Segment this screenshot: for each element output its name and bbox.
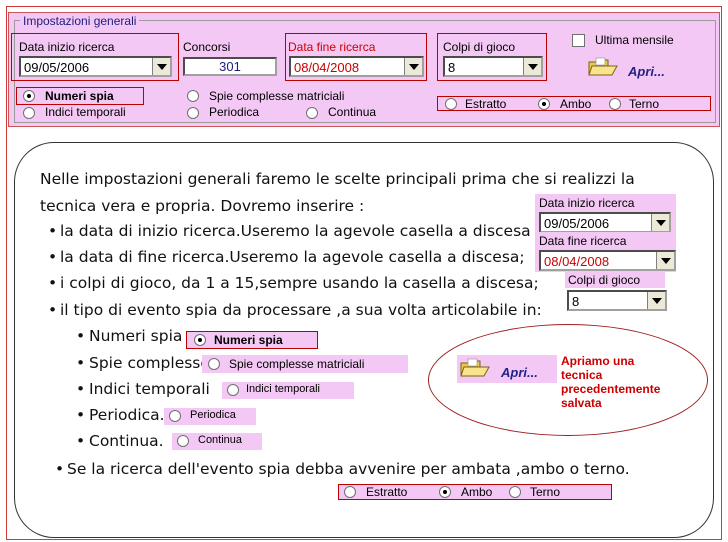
open-button[interactable] [588, 57, 618, 82]
indici-temporali-label: Indici temporali [45, 105, 126, 119]
guide-sub-numeri-spia: Numeri spia [89, 327, 183, 345]
chevron-down-icon[interactable] [523, 58, 541, 75]
end-date-value: 08/04/2008 [294, 60, 360, 75]
bullet-icon: • [48, 274, 58, 292]
mini-periodica-label: Periodica [190, 409, 236, 421]
open-folder-icon [460, 358, 490, 377]
chevron-down-icon[interactable] [656, 252, 674, 269]
mini-indici-radio[interactable] [227, 384, 239, 396]
mini-start-date-value: 09/05/2006 [544, 216, 610, 231]
mini-open-folder[interactable] [460, 358, 490, 383]
guide-bullet-event-type: il tipo di evento spia da processare ,a … [60, 301, 542, 319]
terno-label: Terno [629, 97, 660, 111]
periodica-radio[interactable] [187, 107, 199, 119]
bullet-icon: • [48, 222, 58, 240]
mini-start-date-label: Data inizio ricerca [539, 196, 635, 210]
bullet-icon: • [76, 354, 86, 372]
periodica-label: Periodica [209, 105, 260, 119]
guide-sub-indici: Indici temporali [89, 380, 210, 398]
mini-estratto-radio[interactable] [344, 486, 356, 498]
guide-sub-continua: Continua. [89, 432, 164, 450]
mini-end-date-label: Data fine ricerca [539, 234, 627, 248]
concorsi-label: Concorsi [183, 40, 231, 54]
numeri-spia-radio[interactable] [23, 90, 35, 102]
colpi-combo[interactable]: 8 [443, 56, 543, 77]
mini-indici-label: Indici temporali [246, 383, 320, 395]
end-date-combo[interactable]: 08/04/2008 [289, 56, 424, 77]
open-button-label[interactable]: Apri... [628, 64, 665, 79]
guide-intro-line2: tecnica vera e propria. Dovremo inserire… [40, 197, 365, 215]
note-line: tecnica [561, 368, 603, 382]
start-date-value: 09/05/2006 [24, 60, 90, 75]
mini-estratto-label: Estratto [366, 485, 408, 499]
chevron-down-icon[interactable] [152, 58, 170, 75]
bullet-icon: • [48, 301, 58, 319]
ultima-mensile-label: Ultima mensile [595, 33, 674, 47]
mini-continua-label: Continua [198, 434, 243, 446]
end-date-label: Data fine ricerca [288, 40, 376, 54]
bullet-icon: • [76, 380, 86, 398]
mini-colpi-combo[interactable]: 8 [567, 290, 667, 311]
mini-end-date-combo[interactable]: 08/04/2008 [539, 250, 676, 271]
guide-sub-spie-complesse: Spie complesse [89, 354, 210, 372]
estratto-radio[interactable] [445, 98, 457, 110]
note-line: precedentemente [561, 382, 661, 396]
mini-spie-complesse-radio[interactable] [208, 358, 220, 370]
guide-bullet-colpi: i colpi di gioco, da 1 a 15,sempre usand… [60, 274, 539, 292]
mini-spie-complesse-label: Spie complesse matriciali [229, 357, 365, 371]
guide-intro-line1: Nelle impostazioni generali faremo le sc… [40, 170, 635, 188]
continua-label: Continua [328, 105, 377, 119]
guide-bullet-start-date: la data di inizio ricerca.Useremo la age… [60, 222, 531, 240]
mini-colpi-value: 8 [572, 294, 580, 309]
continua-radio[interactable] [306, 107, 318, 119]
bullet-icon: • [76, 432, 86, 450]
ultima-mensile-checkbox[interactable] [572, 34, 585, 47]
ambo-radio[interactable] [538, 98, 550, 110]
mini-numeri-spia-radio[interactable] [194, 334, 206, 346]
guide-bullet-end-date: la data di fine ricerca.Useremo la agevo… [60, 248, 525, 266]
spie-complesse-radio[interactable] [187, 90, 199, 102]
bullet-icon: • [76, 327, 86, 345]
mini-ambo-radio[interactable] [439, 486, 451, 498]
mini-start-date-combo[interactable]: 09/05/2006 [539, 212, 671, 233]
open-folder-icon [588, 57, 618, 76]
settings-legend: Impostazioni generali [20, 14, 140, 28]
bullet-icon: • [55, 460, 65, 478]
mini-ambo-label: Ambo [461, 485, 493, 499]
estratto-label: Estratto [465, 97, 507, 111]
guide-sub-periodica: Periodica. [89, 406, 165, 424]
bullet-icon: • [48, 248, 58, 266]
start-date-label: Data inizio ricerca [19, 40, 115, 54]
mini-periodica-radio[interactable] [169, 410, 181, 422]
concorsi-field[interactable]: 301 [183, 57, 277, 76]
mini-colpi-label: Colpi di gioco [568, 273, 641, 287]
chevron-down-icon[interactable] [647, 292, 665, 309]
start-date-combo[interactable]: 09/05/2006 [19, 56, 172, 77]
terno-radio[interactable] [609, 98, 621, 110]
numeri-spia-label: Numeri spia [45, 89, 114, 103]
chevron-down-icon[interactable] [651, 214, 669, 231]
note-text: Apriamo una tecnica precedentemente salv… [561, 354, 660, 410]
mini-end-date-value: 08/04/2008 [544, 254, 610, 269]
guide-last-line: Se la ricerca dell'evento spia debba avv… [67, 460, 630, 478]
spie-complesse-label: Spie complesse matriciali [209, 89, 345, 103]
chevron-down-icon[interactable] [404, 58, 422, 75]
mini-terno-label: Terno [530, 485, 561, 499]
mini-continua-radio[interactable] [177, 435, 189, 447]
note-line: salvata [561, 396, 602, 410]
mini-numeri-spia-label: Numeri spia [214, 333, 283, 347]
bullet-icon: • [76, 406, 86, 424]
ambo-label: Ambo [560, 97, 592, 111]
colpi-label: Colpi di gioco [443, 40, 516, 54]
colpi-value: 8 [448, 60, 456, 75]
mini-open-label[interactable]: Apri... [501, 365, 538, 380]
indici-temporali-radio[interactable] [23, 107, 35, 119]
note-line: Apriamo una [561, 354, 635, 368]
mini-terno-radio[interactable] [509, 486, 521, 498]
